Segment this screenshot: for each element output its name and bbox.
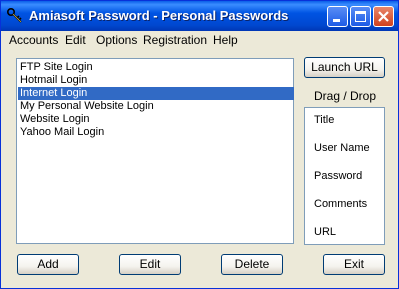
maximize-button[interactable] [350, 6, 371, 27]
key-icon[interactable] [6, 7, 24, 25]
delete-button[interactable]: Delete [221, 254, 283, 275]
maximize-icon [355, 11, 366, 22]
menu-registration[interactable]: Registration [143, 33, 207, 47]
close-icon [378, 11, 389, 22]
edit-button[interactable]: Edit [119, 254, 181, 275]
title-bar[interactable]: Amiasoft Password - Personal Passwords [1, 1, 398, 31]
menu-edit[interactable]: Edit [65, 33, 86, 47]
drag-field-title[interactable]: Title [314, 114, 334, 126]
list-item[interactable]: Yahoo Mail Login [18, 126, 294, 139]
menu-bar: Accounts Edit Options Registration Help [1, 31, 398, 49]
drag-drop-label: Drag / Drop [313, 89, 377, 103]
drag-field-password[interactable]: Password [314, 170, 362, 182]
add-button[interactable]: Add [17, 254, 79, 275]
drag-field-username[interactable]: User Name [314, 142, 370, 154]
list-item-selected[interactable]: Internet Login [18, 87, 294, 100]
list-item[interactable]: FTP Site Login [18, 61, 294, 74]
menu-help[interactable]: Help [213, 33, 238, 47]
list-item[interactable]: Hotmail Login [18, 74, 294, 87]
minimize-icon [333, 19, 340, 22]
window-title: Amiasoft Password - Personal Passwords [29, 8, 289, 23]
menu-accounts[interactable]: Accounts [9, 33, 58, 47]
minimize-button[interactable] [327, 6, 348, 27]
drag-field-url[interactable]: URL [314, 226, 336, 238]
accounts-list[interactable]: FTP Site Login Hotmail Login Internet Lo… [16, 58, 294, 244]
close-button[interactable] [373, 6, 394, 27]
drag-field-comments[interactable]: Comments [314, 198, 367, 210]
list-item[interactable]: Website Login [18, 113, 294, 126]
exit-button[interactable]: Exit [323, 254, 385, 275]
drag-drop-panel: Title User Name Password Comments URL [304, 107, 385, 245]
list-item[interactable]: My Personal Website Login [18, 100, 294, 113]
app-window: Amiasoft Password - Personal Passwords A… [0, 0, 399, 289]
menu-options[interactable]: Options [96, 33, 137, 47]
launch-url-button[interactable]: Launch URL [304, 57, 385, 78]
